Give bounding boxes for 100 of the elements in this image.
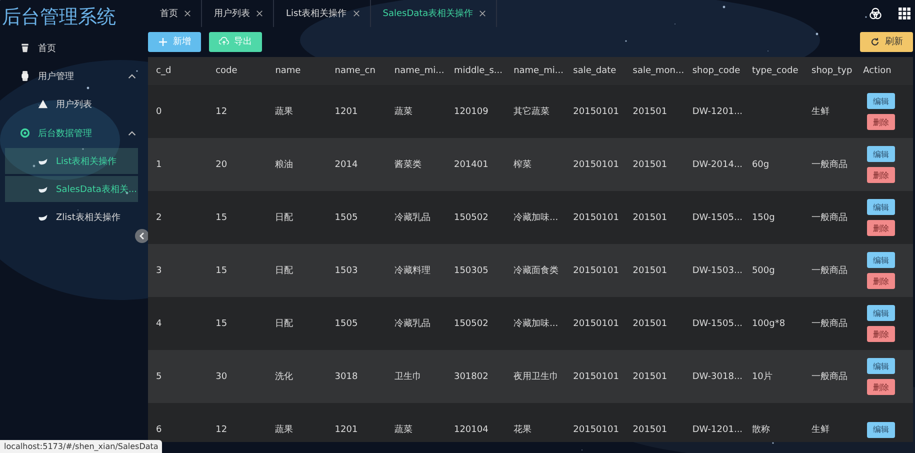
table-cell: 一般商品: [812, 213, 848, 223]
column-header: type_code: [750, 66, 800, 76]
edit-button[interactable]: 编辑: [867, 305, 896, 321]
tab[interactable]: List表相关操作: [274, 0, 371, 27]
table-cell: 20150101: [573, 212, 619, 222]
table-cell: 30: [216, 372, 228, 382]
whale-icon: [38, 156, 48, 166]
menu-item[interactable]: 后台数据管理: [0, 119, 148, 147]
table-cell: 150502: [454, 212, 488, 222]
table-cell: 散称: [752, 425, 770, 435]
column-header: code: [214, 66, 238, 76]
delete-button[interactable]: 删除: [867, 379, 896, 395]
delete-button[interactable]: 删除: [867, 167, 896, 183]
cloud-upload-icon: [219, 36, 229, 46]
table-cell: 500g: [752, 266, 775, 276]
table-cell: 1201: [334, 106, 358, 116]
collapse-button[interactable]: [135, 229, 149, 243]
table-cell: 120104: [454, 424, 488, 434]
table-cell: 1505: [334, 212, 358, 222]
edit-button[interactable]: 编辑: [867, 93, 896, 109]
table-cell: 2: [156, 212, 162, 222]
edit-button[interactable]: 编辑: [867, 358, 896, 374]
delete-button[interactable]: 删除: [867, 220, 896, 236]
app-title: 后台管理系统: [1, 5, 117, 30]
table-cell: 12: [216, 106, 228, 116]
table-cell: 一般商品: [812, 160, 848, 170]
column-header: shop_typ: [810, 66, 854, 76]
table-cell: 日配: [275, 213, 294, 223]
table-cell: 201501: [632, 106, 668, 116]
delete-button[interactable]: 删除: [867, 273, 896, 289]
table-cell: 20150101: [573, 424, 619, 434]
column-header: name_mi...: [512, 66, 564, 76]
table-cell: 冷藏加味...: [514, 319, 558, 329]
column-header: name_cn: [334, 66, 376, 76]
table-cell: 日配: [275, 266, 294, 276]
table-cell: 其它蔬菜: [514, 107, 550, 117]
table-cell: 100g*8: [752, 318, 786, 328]
ring-icon: [20, 128, 30, 138]
whale-icon: [38, 212, 48, 222]
table-cell: 201501: [632, 424, 668, 434]
column-header: name_mi...: [393, 66, 446, 76]
close-icon[interactable]: [352, 10, 360, 17]
table-cell: 15: [216, 318, 228, 328]
table-cell: 201501: [632, 212, 668, 222]
column-header: sale_mon...: [632, 66, 684, 76]
submenu-item[interactable]: Zlist表相关操作: [5, 204, 138, 230]
refresh-button[interactable]: 刷新: [860, 32, 914, 52]
delete-button[interactable]: 删除: [867, 114, 896, 130]
edit-button[interactable]: 编辑: [867, 146, 896, 162]
table-cell: 20150101: [573, 372, 619, 382]
table-cell: 4: [156, 318, 162, 328]
table-cell: 201501: [632, 266, 668, 276]
close-icon[interactable]: [184, 10, 191, 17]
tab[interactable]: 首页: [148, 0, 202, 27]
table-cell: 150502: [454, 318, 488, 328]
submenu-item[interactable]: 用户列表: [5, 91, 138, 117]
table-cell: 5: [156, 372, 162, 382]
table-cell: 蔬菜: [394, 425, 412, 435]
submenu-item[interactable]: List表相关操作: [5, 148, 138, 174]
table-cell: 3018: [334, 372, 358, 382]
table-cell: 生鲜: [812, 425, 830, 435]
table-cell: 0: [156, 106, 162, 116]
tab[interactable]: 用户列表: [202, 0, 274, 27]
table-cell: DW-3018...: [692, 372, 743, 382]
menu-item[interactable]: 用户管理: [0, 62, 148, 90]
table-cell: 蔬果: [275, 425, 294, 435]
table-cell: 粮油: [275, 160, 294, 170]
submenu-item[interactable]: SalesData表相关...: [5, 176, 138, 202]
table-cell: 一般商品: [812, 266, 848, 276]
table-cell: 卫生巾: [394, 372, 422, 382]
edit-button[interactable]: 编辑: [867, 199, 896, 215]
status-url: localhost:5173/#/shen_xian/SalesData: [0, 440, 162, 453]
tab[interactable]: SalesData表相关操作: [370, 0, 498, 27]
table-cell: DW-1505...: [692, 318, 743, 328]
table-cell: 6: [156, 424, 162, 434]
close-icon[interactable]: [256, 10, 263, 17]
column-header: c_d: [155, 66, 172, 76]
menu-item[interactable]: 首页: [0, 34, 148, 62]
table-cell: 酱菜类: [394, 160, 422, 170]
edit-button[interactable]: 编辑: [867, 252, 896, 268]
close-icon[interactable]: [479, 10, 486, 17]
table-cell: 蔬果: [275, 107, 294, 117]
table-cell: 生鲜: [812, 107, 830, 117]
table-cell: 201501: [632, 372, 668, 382]
column-header: name: [274, 66, 302, 76]
table-cell: 一般商品: [812, 319, 848, 329]
table-cell: DW-1201...: [692, 424, 743, 434]
table-cell: 花果: [514, 425, 532, 435]
table-cell: 15: [216, 266, 228, 276]
circles-icon[interactable]: [869, 7, 882, 20]
table-cell: 1201: [334, 424, 358, 434]
table-cell: 201501: [632, 160, 668, 170]
table-cell: 洗化: [275, 372, 294, 382]
table-cell: 夜用卫生巾: [514, 372, 559, 382]
table-cell: 20150101: [573, 318, 619, 328]
grid-icon[interactable]: [898, 7, 912, 20]
delete-button[interactable]: 删除: [867, 326, 896, 342]
table-cell: 1505: [334, 318, 358, 328]
edit-button[interactable]: 编辑: [867, 422, 896, 438]
column-header: Action: [863, 66, 892, 76]
